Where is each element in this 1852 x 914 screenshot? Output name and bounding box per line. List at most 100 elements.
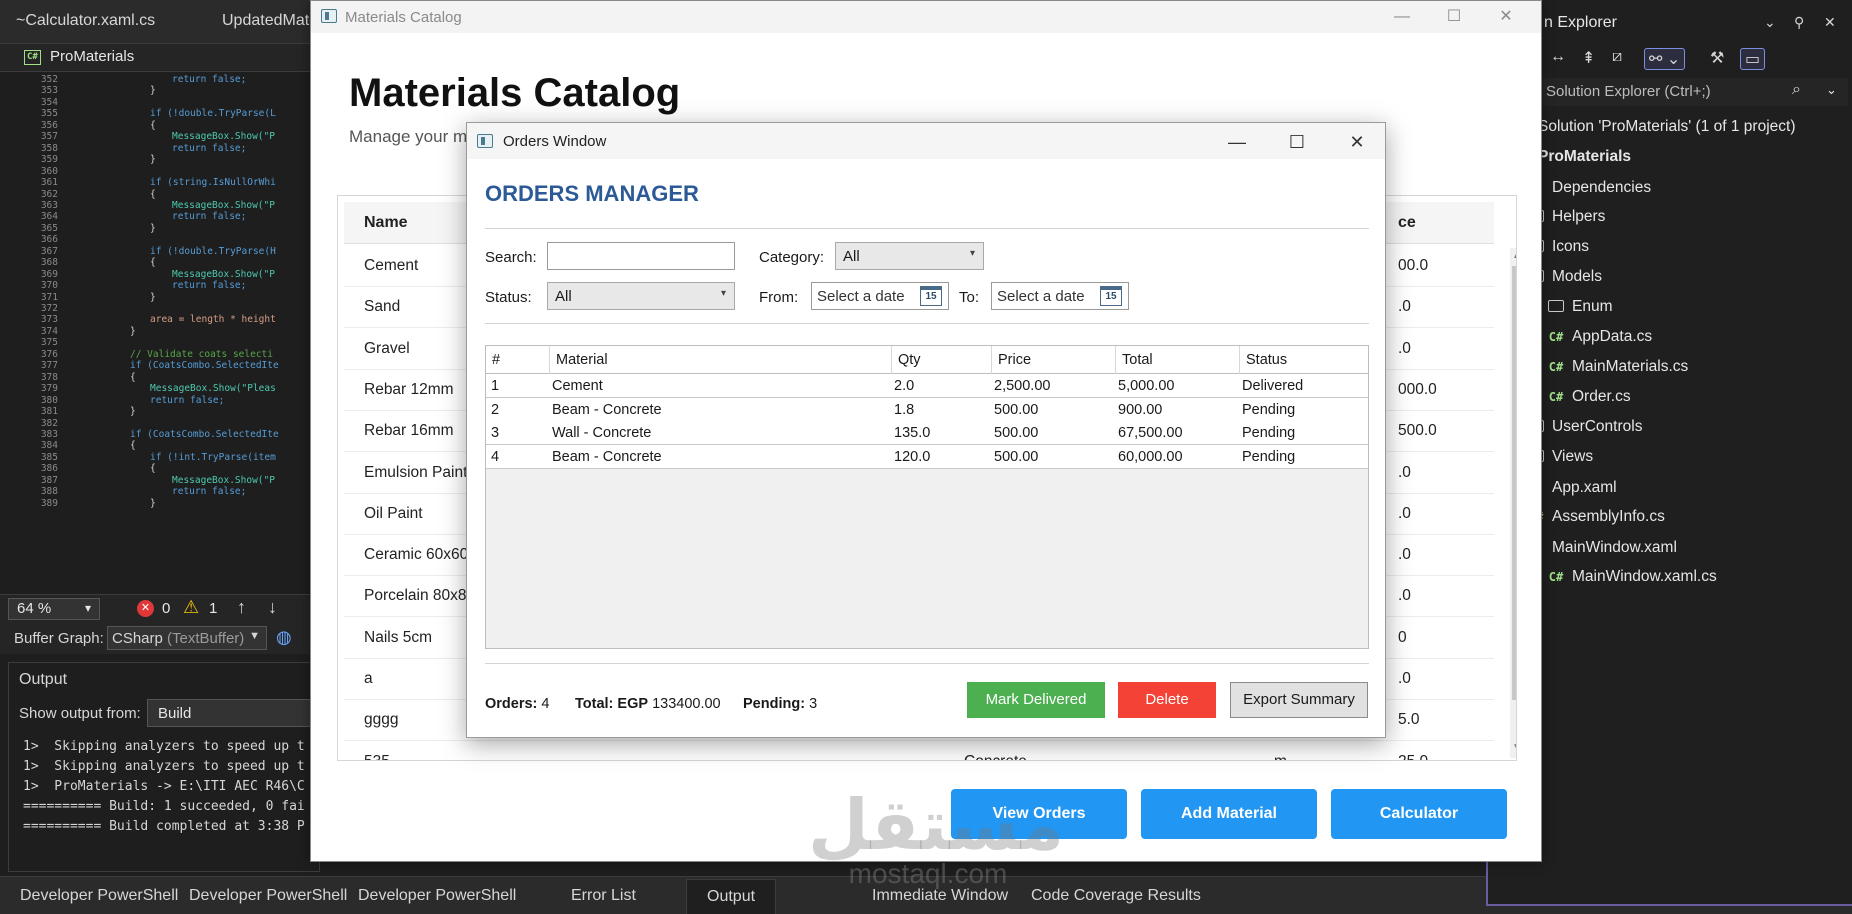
- minimize-icon[interactable]: —: [1387, 5, 1417, 29]
- category-dropdown[interactable]: All ▾: [835, 242, 984, 270]
- status-dropdown[interactable]: All ▾: [547, 282, 735, 310]
- zoom-dropdown[interactable]: 64 % ▾: [8, 598, 100, 620]
- tree-item[interactable]: C# Order.cs: [1546, 388, 1631, 416]
- warning-icon[interactable]: ⚠: [183, 597, 199, 618]
- tab-developer-powershell-2[interactable]: Developer PowerShell: [189, 887, 347, 905]
- tree-item[interactable]: ▤MainWindow.xaml: [1526, 538, 1677, 566]
- material-name-cell: Emulsion Paint: [364, 463, 468, 481]
- filter-icon[interactable]: ⧄: [1612, 48, 1622, 66]
- scrollbar-thumb[interactable]: [1512, 266, 1516, 700]
- table-row[interactable]: 1 Cement 2.0 2,500.00 5,000.00 Delivered: [486, 374, 1368, 398]
- column-header-price[interactable]: ce: [1398, 214, 1416, 232]
- tree-item[interactable]: C# AppData.cs: [1546, 328, 1652, 356]
- delete-button[interactable]: Delete: [1118, 682, 1216, 718]
- code-line: {: [150, 188, 156, 200]
- tab-calculator-xaml-cs[interactable]: ~Calculator.xaml.cs: [16, 12, 155, 30]
- tree-item[interactable]: C# MainMaterials.cs: [1546, 358, 1689, 386]
- calendar-icon[interactable]: 15: [1100, 286, 1122, 306]
- tab-developer-powershell-1[interactable]: Developer PowerShell: [20, 887, 178, 905]
- sync-icon[interactable]: ↔: [1550, 48, 1566, 66]
- tree-item[interactable]: C# MainWindow.xaml.cs: [1546, 568, 1717, 596]
- tree-item[interactable]: Enum: [1546, 298, 1613, 326]
- arrow-up-icon[interactable]: ↑: [237, 597, 246, 618]
- solution-explorer-toolbar: ◷ ⌄ ↔ ⇞ ⧄ ⚯ ⌄ ⚒ ▭: [1488, 40, 1852, 76]
- search-input[interactable]: [547, 242, 735, 270]
- output-source-dropdown[interactable]: Build: [147, 699, 327, 727]
- globe-icon[interactable]: ◍: [276, 627, 292, 648]
- csharp-badge: C#: [1548, 390, 1564, 404]
- to-date-picker[interactable]: Select a date 15: [991, 282, 1129, 310]
- column-header-price[interactable]: Price: [992, 346, 1116, 374]
- code-line: {: [150, 463, 156, 475]
- code-line: }: [150, 291, 156, 303]
- material-name-cell: Nails 5cm: [364, 628, 433, 646]
- category-label: Category:: [759, 249, 825, 266]
- material-price-cell: 5.0: [1398, 711, 1420, 729]
- tab-code-coverage-results[interactable]: Code Coverage Results: [1031, 887, 1201, 905]
- solution-search-input[interactable]: Solution Explorer (Ctrl+;) ⌕ ⌄: [1488, 78, 1848, 106]
- tab-developer-powershell-3[interactable]: Developer PowerShell: [358, 887, 516, 905]
- orders-grid[interactable]: # Material Qty Price Total Status 1 Cemen…: [485, 345, 1369, 649]
- tree-item[interactable]: C#AssemblyInfo.cs: [1526, 508, 1665, 536]
- scroll-down-icon[interactable]: ▼: [1512, 742, 1516, 753]
- from-date-picker[interactable]: Select a date 15: [811, 282, 949, 310]
- search-icon[interactable]: ⌕: [1792, 81, 1801, 99]
- code-line: MessageBox.Show("P: [172, 474, 275, 486]
- output-line: 1> Skipping analyzers to speed up t: [23, 739, 305, 754]
- close-icon[interactable]: ✕: [1824, 14, 1836, 31]
- column-header-qty[interactable]: Qty: [892, 346, 992, 374]
- close-icon[interactable]: ✕: [1339, 129, 1375, 155]
- wrench-icon[interactable]: ⚒: [1710, 48, 1724, 68]
- line-number: 369: [40, 268, 58, 280]
- calculator-button[interactable]: Calculator: [1331, 789, 1507, 839]
- chevron-down-icon[interactable]: ⌄: [1826, 82, 1837, 98]
- maximize-icon[interactable]: ☐: [1279, 129, 1315, 155]
- project-context-dropdown[interactable]: ProMaterials: [50, 48, 134, 65]
- tree-item[interactable]: UserControls: [1526, 418, 1642, 446]
- minimize-icon[interactable]: —: [1219, 129, 1255, 155]
- table-row[interactable]: 535 Concrete m 25.0: [344, 742, 1494, 760]
- tab-updated-materials[interactable]: UpdatedMate: [222, 12, 318, 30]
- buffer-graph-dropdown[interactable]: CSharp (TextBuffer) ▼: [107, 626, 267, 650]
- mark-delivered-button[interactable]: Mark Delivered: [967, 682, 1105, 718]
- view-switch-icon[interactable]: ⚯ ⌄: [1644, 48, 1686, 70]
- close-icon[interactable]: ✕: [1491, 5, 1521, 29]
- warning-count: 1: [209, 600, 218, 617]
- order-total-cell: 60,000.00: [1118, 449, 1183, 466]
- scroll-up-icon[interactable]: ▲: [1512, 250, 1516, 261]
- column-header-total[interactable]: Total: [1116, 346, 1240, 374]
- column-header-material[interactable]: Material: [550, 346, 892, 374]
- export-summary-button[interactable]: Export Summary: [1230, 682, 1368, 718]
- zoom-level: 64 %: [17, 600, 52, 617]
- orders-window: Orders Window — ☐ ✕ ORDERS MANAGER Searc…: [466, 122, 1386, 738]
- line-number: 354: [40, 96, 58, 108]
- pin-icon[interactable]: ⚲: [1794, 14, 1804, 31]
- collapse-all-icon[interactable]: ⇞: [1582, 48, 1595, 68]
- line-number: 359: [40, 154, 58, 166]
- table-row[interactable]: 2 Beam - Concrete 1.8 500.00 900.00 Pending: [486, 397, 1368, 422]
- code-line: }: [150, 497, 156, 509]
- code-editor[interactable]: 352 return false; 353} 354 355 if (!double.Tr…: [0, 72, 320, 594]
- table-row[interactable]: 3 Wall - Concrete 135.0 500.00 67,500.00 Pend…: [486, 421, 1368, 446]
- arrow-down-icon[interactable]: ↓: [268, 597, 277, 618]
- table-row[interactable]: 4 Beam - Concrete 120.0 500.00 60,000.00 Pend…: [486, 445, 1368, 470]
- column-header-name[interactable]: Name: [364, 214, 408, 232]
- column-header-number[interactable]: #: [486, 346, 550, 374]
- error-icon[interactable]: ✕: [137, 600, 154, 617]
- calendar-icon[interactable]: 15: [920, 286, 942, 306]
- tree-item[interactable]: Solution 'ProMaterials' (1 of 1 project): [1512, 118, 1795, 146]
- tree-item[interactable]: ⚭Dependencies: [1526, 178, 1652, 206]
- material-price-cell: .0: [1398, 587, 1411, 605]
- column-header-status[interactable]: Status: [1240, 346, 1368, 374]
- line-number: 382: [40, 417, 58, 429]
- add-material-button[interactable]: Add Material: [1141, 789, 1317, 839]
- tab-output[interactable]: Output: [686, 879, 777, 914]
- chevron-down-icon[interactable]: ⌄: [1764, 14, 1776, 31]
- tab-error-list[interactable]: Error List: [571, 887, 636, 905]
- csharp-badge: C#: [1548, 360, 1564, 374]
- line-number: 364: [40, 211, 58, 223]
- preview-icon[interactable]: ▭: [1740, 48, 1766, 70]
- materials-grid-scrollbar[interactable]: ▲ ▼: [1510, 248, 1516, 758]
- output-from-label: Show output from:: [19, 705, 141, 722]
- maximize-icon[interactable]: ☐: [1439, 5, 1469, 29]
